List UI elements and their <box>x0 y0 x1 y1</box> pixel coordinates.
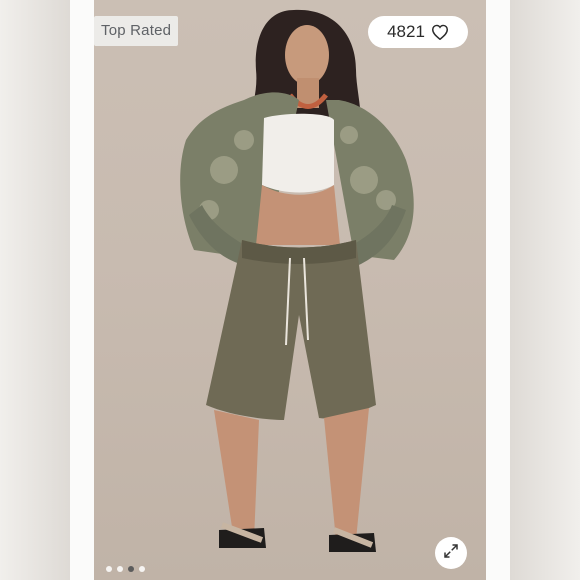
carousel-dot-2[interactable] <box>117 566 123 572</box>
expand-button[interactable] <box>435 537 467 569</box>
right-frame-border <box>486 0 510 580</box>
product-photo[interactable] <box>94 0 486 580</box>
expand-arrows-icon <box>442 542 460 565</box>
left-blur-panel <box>0 0 70 580</box>
carousel-dot-3[interactable] <box>128 566 134 572</box>
right-blur-panel <box>510 0 580 580</box>
likes-button[interactable]: 4821 <box>368 16 468 48</box>
heart-outline-icon <box>431 24 449 40</box>
model-illustration <box>180 9 414 552</box>
likes-count: 4821 <box>387 22 425 41</box>
left-frame-border <box>70 0 94 580</box>
top-rated-badge: Top Rated <box>94 16 179 46</box>
carousel-dot-1[interactable] <box>106 566 112 572</box>
carousel-dot-4[interactable] <box>139 566 145 572</box>
carousel-indicator[interactable] <box>106 566 145 572</box>
